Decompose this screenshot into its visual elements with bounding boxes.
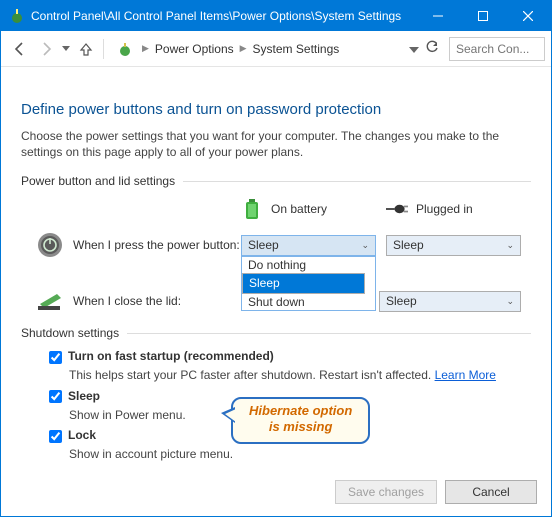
plug-icon xyxy=(386,196,408,222)
group-power-lid: Power button and lid settings xyxy=(21,174,531,188)
checkbox-label: Sleep xyxy=(68,389,100,405)
refresh-icon[interactable] xyxy=(425,40,439,57)
address-dropdown-icon[interactable] xyxy=(409,42,419,56)
column-on-battery: On battery xyxy=(241,196,386,222)
row-power-button: When I press the power button: Sleep ⌄ D… xyxy=(21,232,531,258)
checkbox-fast-startup: Turn on fast startup (recommended) This … xyxy=(21,346,531,385)
dropdown-option[interactable]: Shut down xyxy=(242,294,375,310)
footer-buttons: Save changes Cancel xyxy=(335,480,537,504)
callout-line1: Hibernate option xyxy=(249,403,352,418)
chevron-down-icon: ⌄ xyxy=(506,240,514,251)
annotation-callout: Hibernate option is missing xyxy=(231,397,370,444)
power-plan-icon xyxy=(116,40,134,58)
save-button[interactable]: Save changes xyxy=(335,480,437,504)
select-power-plugged[interactable]: Sleep ⌄ xyxy=(386,235,521,256)
search-field[interactable] xyxy=(454,41,540,57)
checkbox-label: Lock xyxy=(68,428,96,444)
titlebar: Control Panel\All Control Panel Items\Po… xyxy=(1,1,551,31)
dropdown-option[interactable]: Do nothing xyxy=(242,257,375,273)
checkbox-input-fast[interactable] xyxy=(49,351,62,364)
breadcrumb-item-0[interactable]: Power Options xyxy=(153,42,236,56)
nav-row: ▶ Power Options ▶ System Settings xyxy=(1,31,551,67)
window-title: Control Panel\All Control Panel Items\Po… xyxy=(31,9,415,23)
checkbox-subtext: Show in account picture menu. xyxy=(49,447,531,463)
select-value: Sleep xyxy=(393,238,424,252)
dropdown-power-battery: Do nothing Sleep Shut down xyxy=(241,256,376,311)
column-plugged-in: Plugged in xyxy=(386,196,531,222)
app-icon xyxy=(9,8,25,24)
select-value: Sleep xyxy=(248,238,279,252)
laptop-lid-icon xyxy=(37,288,63,314)
intro-text: Choose the power settings that you want … xyxy=(21,128,531,160)
back-button[interactable] xyxy=(7,36,33,62)
address-bar[interactable]: ▶ Power Options ▶ System Settings xyxy=(112,36,445,62)
chevron-right-icon[interactable]: ▶ xyxy=(138,43,153,54)
select-power-battery[interactable]: Sleep ⌄ Do nothing Sleep Shut down xyxy=(241,235,376,256)
dropdown-option-selected[interactable]: Sleep xyxy=(242,273,365,294)
group-shutdown: Shutdown settings xyxy=(21,326,531,340)
chevron-down-icon: ⌄ xyxy=(506,296,514,307)
group-label: Shutdown settings xyxy=(21,326,127,340)
checkbox-subtext: This helps start your PC faster after sh… xyxy=(69,368,431,382)
search-input[interactable] xyxy=(449,37,545,61)
select-lid-plugged[interactable]: Sleep ⌄ xyxy=(379,291,521,312)
close-button[interactable] xyxy=(505,1,551,31)
forward-button[interactable] xyxy=(33,36,59,62)
power-button-icon xyxy=(37,232,63,258)
row-label: When I close the lid: xyxy=(73,294,181,308)
cancel-button[interactable]: Cancel xyxy=(445,480,537,504)
learn-more-link[interactable]: Learn More xyxy=(435,368,496,382)
chevron-down-icon: ⌄ xyxy=(361,240,369,251)
column-label-battery: On battery xyxy=(271,202,327,216)
up-button[interactable] xyxy=(73,36,99,62)
maximize-button[interactable] xyxy=(460,1,505,31)
callout-line2: is missing xyxy=(269,419,333,434)
recent-dropdown-icon[interactable] xyxy=(59,36,73,62)
breadcrumb-item-1[interactable]: System Settings xyxy=(251,42,342,56)
minimize-button[interactable] xyxy=(415,1,460,31)
select-value: Sleep xyxy=(386,294,417,308)
checkbox-input-sleep[interactable] xyxy=(49,390,62,403)
checkbox-input-lock[interactable] xyxy=(49,430,62,443)
checkbox-label: Turn on fast startup (recommended) xyxy=(68,349,274,365)
page-heading: Define power buttons and turn on passwor… xyxy=(21,101,531,118)
column-label-plugged: Plugged in xyxy=(416,202,473,216)
row-label: When I press the power button: xyxy=(73,238,240,252)
battery-icon xyxy=(241,196,263,222)
chevron-right-icon[interactable]: ▶ xyxy=(236,43,251,54)
group-label: Power button and lid settings xyxy=(21,174,183,188)
